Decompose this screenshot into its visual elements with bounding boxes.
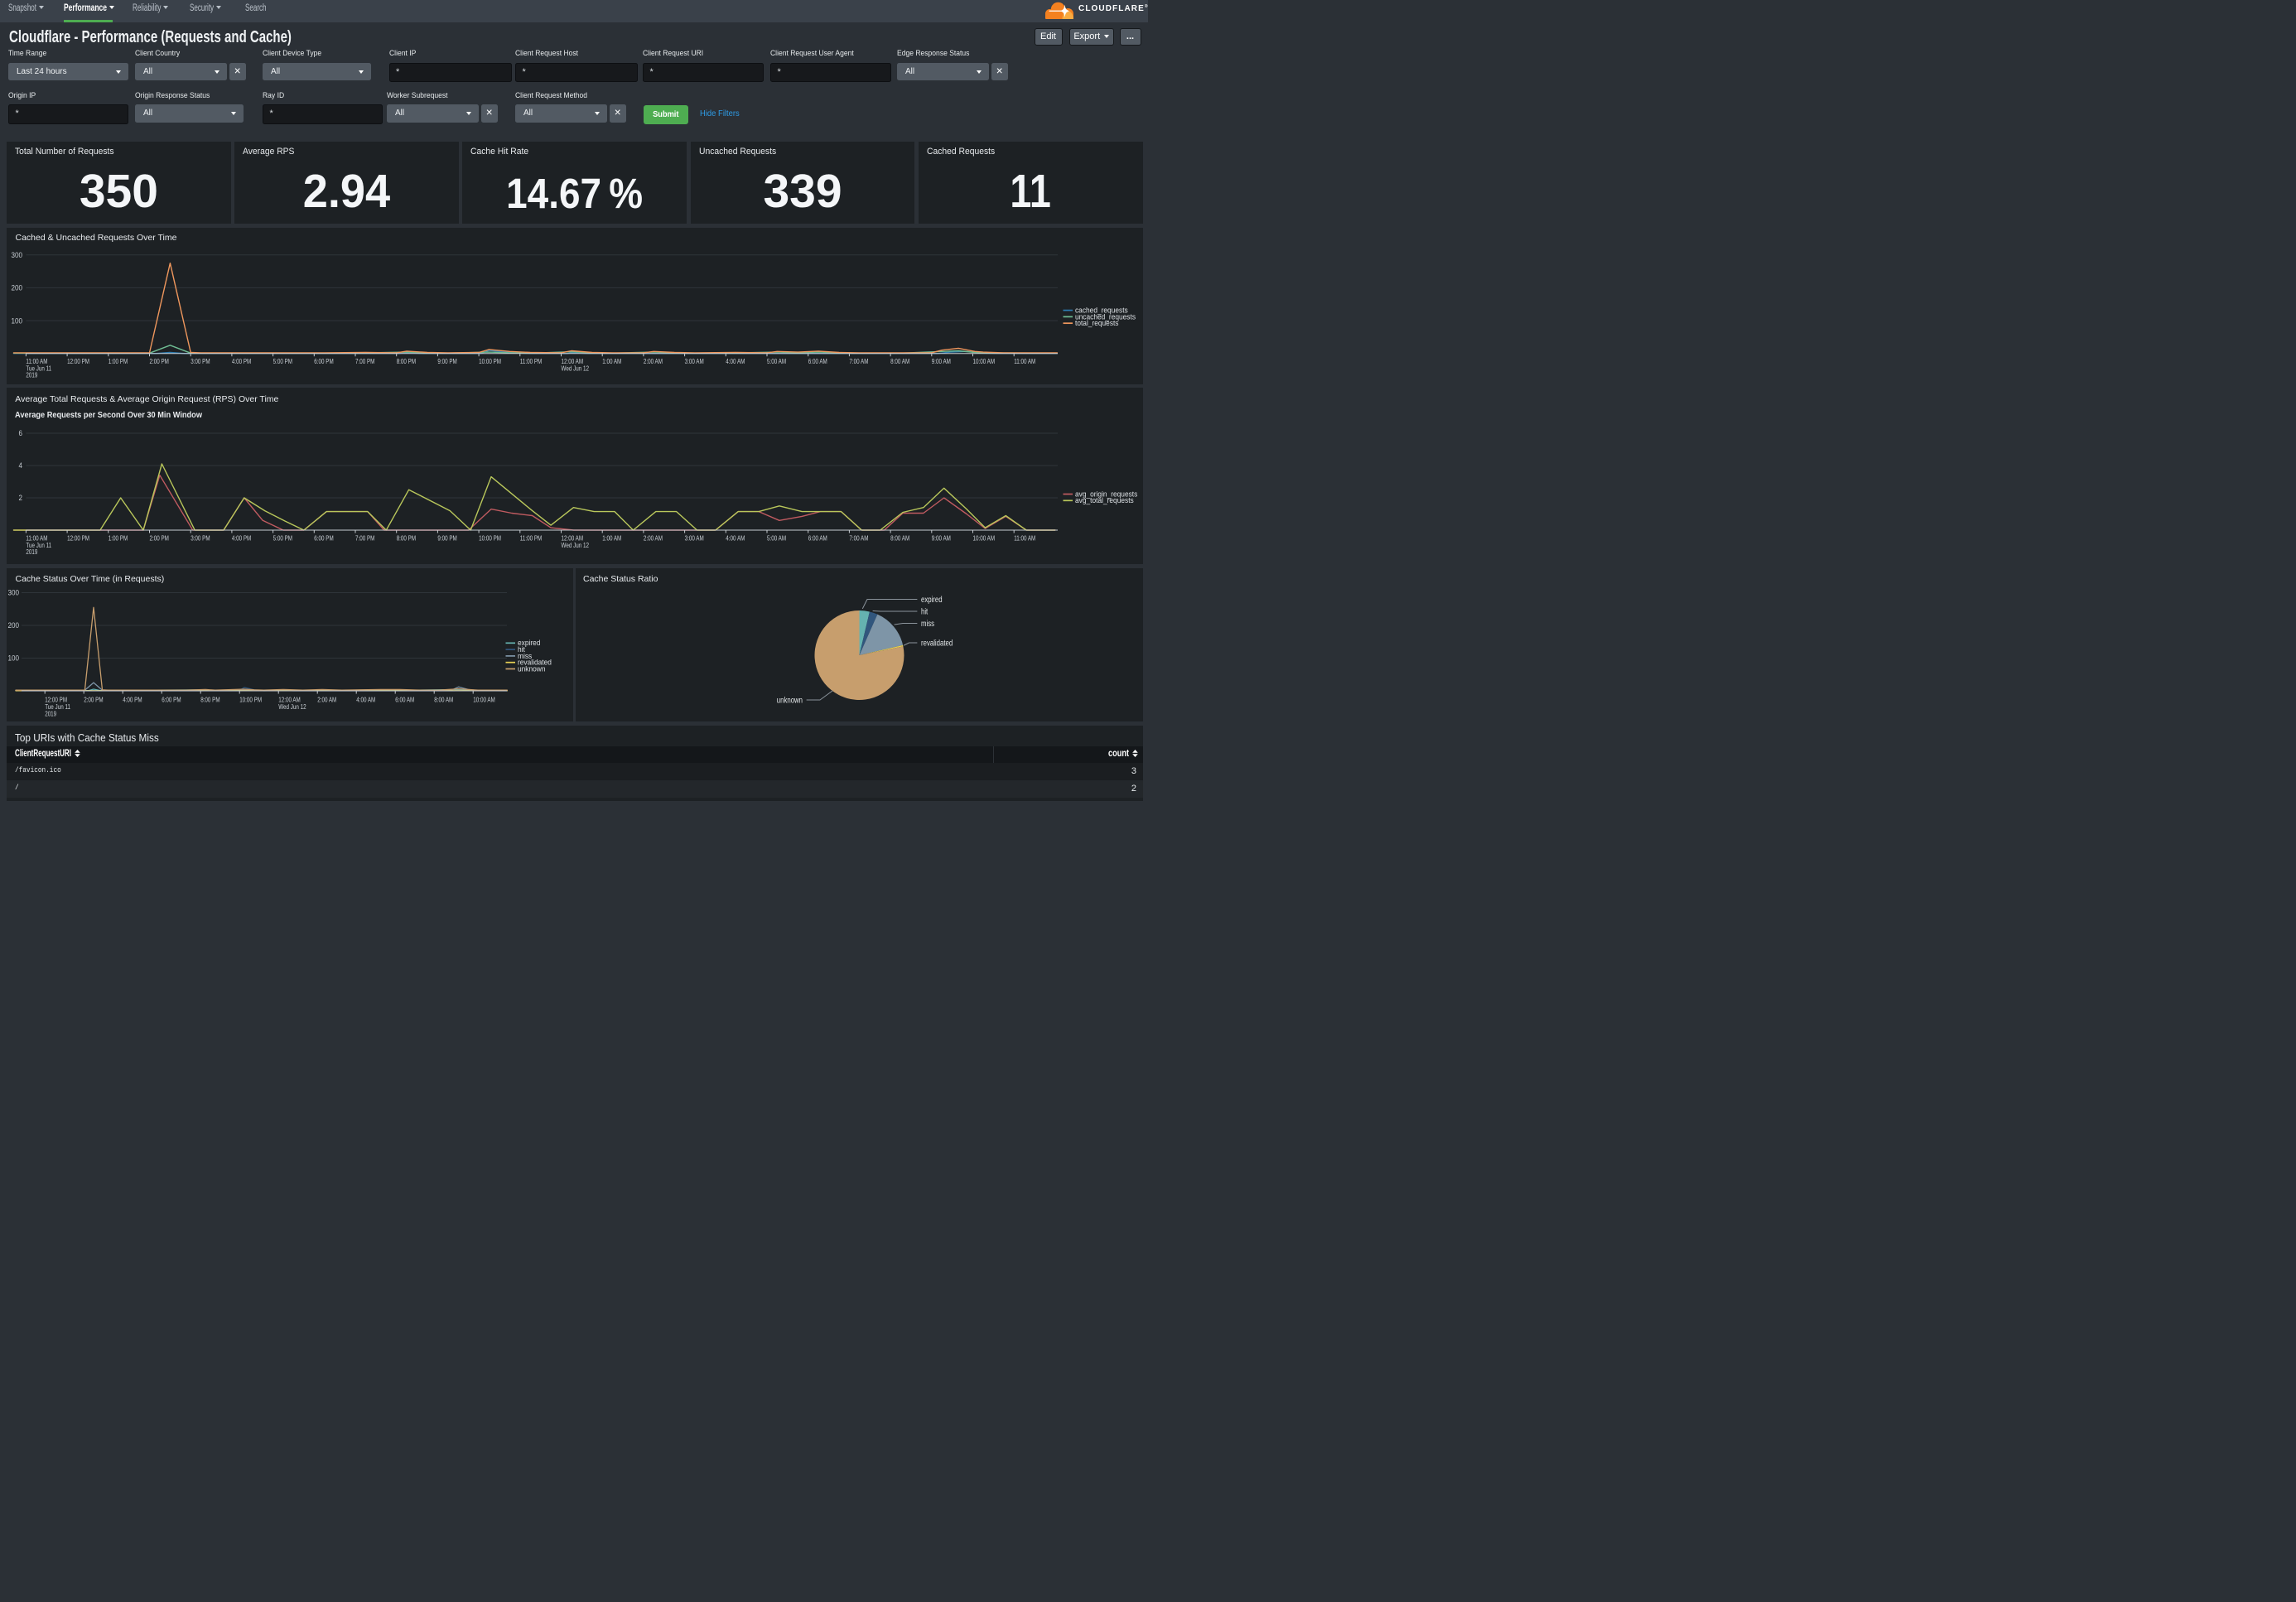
svg-text:6:00 PM: 6:00 PM [314, 357, 333, 365]
svg-text:3:00 PM: 3:00 PM [191, 533, 210, 542]
svg-text:4: 4 [19, 461, 23, 470]
svg-text:avg_total_requests: avg_total_requests [1075, 496, 1134, 505]
svg-text:8:00 PM: 8:00 PM [397, 357, 416, 365]
svg-text:7:00 PM: 7:00 PM [355, 533, 374, 542]
svg-text:10:00 PM: 10:00 PM [479, 533, 501, 542]
svg-text:unknown: unknown [777, 697, 803, 706]
svg-text:2019: 2019 [45, 710, 56, 718]
svg-text:3:00 AM: 3:00 AM [685, 357, 704, 365]
svg-text:9:00 PM: 9:00 PM [437, 357, 456, 365]
svg-text:6:00 AM: 6:00 AM [808, 357, 827, 365]
svg-text:4:00 PM: 4:00 PM [232, 357, 251, 365]
svg-text:4:00 AM: 4:00 AM [726, 533, 745, 542]
svg-text:revalidated: revalidated [921, 639, 953, 649]
svg-text:2:00 AM: 2:00 AM [644, 357, 663, 365]
svg-text:6:00 PM: 6:00 PM [314, 533, 333, 542]
svg-text:4:00 PM: 4:00 PM [123, 696, 142, 704]
svg-text:1:00 AM: 1:00 AM [602, 357, 621, 365]
svg-text:miss: miss [921, 620, 934, 629]
svg-text:1:00 PM: 1:00 PM [109, 533, 128, 542]
svg-text:8:00 PM: 8:00 PM [200, 696, 219, 704]
svg-text:1:00 PM: 1:00 PM [109, 357, 128, 365]
svg-text:Wed Jun 12: Wed Jun 12 [278, 702, 306, 711]
svg-text:6:00 AM: 6:00 AM [395, 696, 414, 704]
svg-text:9:00 AM: 9:00 AM [932, 357, 951, 365]
svg-text:2:00 PM: 2:00 PM [150, 533, 169, 542]
svg-text:8:00 AM: 8:00 AM [890, 533, 909, 542]
svg-text:12:00 PM: 12:00 PM [67, 533, 89, 542]
svg-text:9:00 PM: 9:00 PM [437, 533, 456, 542]
svg-text:2:00 PM: 2:00 PM [150, 357, 169, 365]
svg-text:5:00 AM: 5:00 AM [767, 357, 786, 365]
svg-text:expired: expired [921, 596, 943, 605]
svg-text:10:00 AM: 10:00 AM [473, 696, 495, 704]
svg-text:6:00 PM: 6:00 PM [162, 696, 181, 704]
svg-text:2:00 PM: 2:00 PM [84, 696, 103, 704]
svg-text:11:00 AM: 11:00 AM [1014, 357, 1035, 365]
svg-text:7:00 PM: 7:00 PM [355, 357, 374, 365]
svg-text:300: 300 [12, 251, 23, 260]
svg-text:6: 6 [19, 429, 23, 438]
svg-text:3:00 PM: 3:00 PM [191, 357, 210, 365]
svg-text:2: 2 [19, 494, 23, 503]
svg-text:10:00 AM: 10:00 AM [973, 357, 996, 365]
svg-text:200: 200 [12, 284, 23, 293]
svg-text:10:00 PM: 10:00 PM [479, 357, 501, 365]
svg-text:100: 100 [12, 316, 23, 326]
svg-text:1:00 AM: 1:00 AM [602, 533, 621, 542]
svg-text:4:00 PM: 4:00 PM [232, 533, 251, 542]
svg-text:5:00 AM: 5:00 AM [767, 533, 786, 542]
svg-text:7:00 AM: 7:00 AM [849, 357, 868, 365]
svg-text:2:00 AM: 2:00 AM [317, 696, 336, 704]
svg-text:11:00 PM: 11:00 PM [520, 357, 543, 365]
svg-text:100: 100 [8, 654, 20, 663]
svg-text:10:00 PM: 10:00 PM [239, 696, 262, 704]
svg-text:hit: hit [921, 608, 928, 617]
svg-text:8:00 PM: 8:00 PM [397, 533, 416, 542]
svg-text:6:00 AM: 6:00 AM [808, 533, 827, 542]
svg-text:unknown: unknown [518, 664, 546, 673]
svg-text:Wed Jun 12: Wed Jun 12 [562, 541, 590, 549]
svg-text:8:00 AM: 8:00 AM [890, 357, 909, 365]
svg-text:11:00 PM: 11:00 PM [520, 533, 543, 542]
svg-text:Wed Jun 12: Wed Jun 12 [562, 364, 590, 373]
svg-text:12:00 PM: 12:00 PM [67, 357, 89, 365]
svg-text:11:00 AM: 11:00 AM [1014, 533, 1035, 542]
svg-text:7:00 AM: 7:00 AM [849, 533, 868, 542]
svg-text:3:00 AM: 3:00 AM [685, 533, 704, 542]
svg-text:total_requests: total_requests [1075, 319, 1119, 328]
svg-text:5:00 PM: 5:00 PM [273, 533, 292, 542]
svg-text:2019: 2019 [26, 548, 37, 556]
svg-text:2019: 2019 [26, 371, 37, 379]
svg-text:8:00 AM: 8:00 AM [434, 696, 453, 704]
svg-text:300: 300 [8, 589, 20, 598]
svg-text:9:00 AM: 9:00 AM [932, 533, 951, 542]
svg-text:4:00 AM: 4:00 AM [726, 357, 745, 365]
svg-text:4:00 AM: 4:00 AM [356, 696, 375, 704]
svg-text:10:00 AM: 10:00 AM [973, 533, 996, 542]
svg-text:2:00 AM: 2:00 AM [644, 533, 663, 542]
svg-text:5:00 PM: 5:00 PM [273, 357, 292, 365]
svg-text:200: 200 [8, 621, 20, 630]
